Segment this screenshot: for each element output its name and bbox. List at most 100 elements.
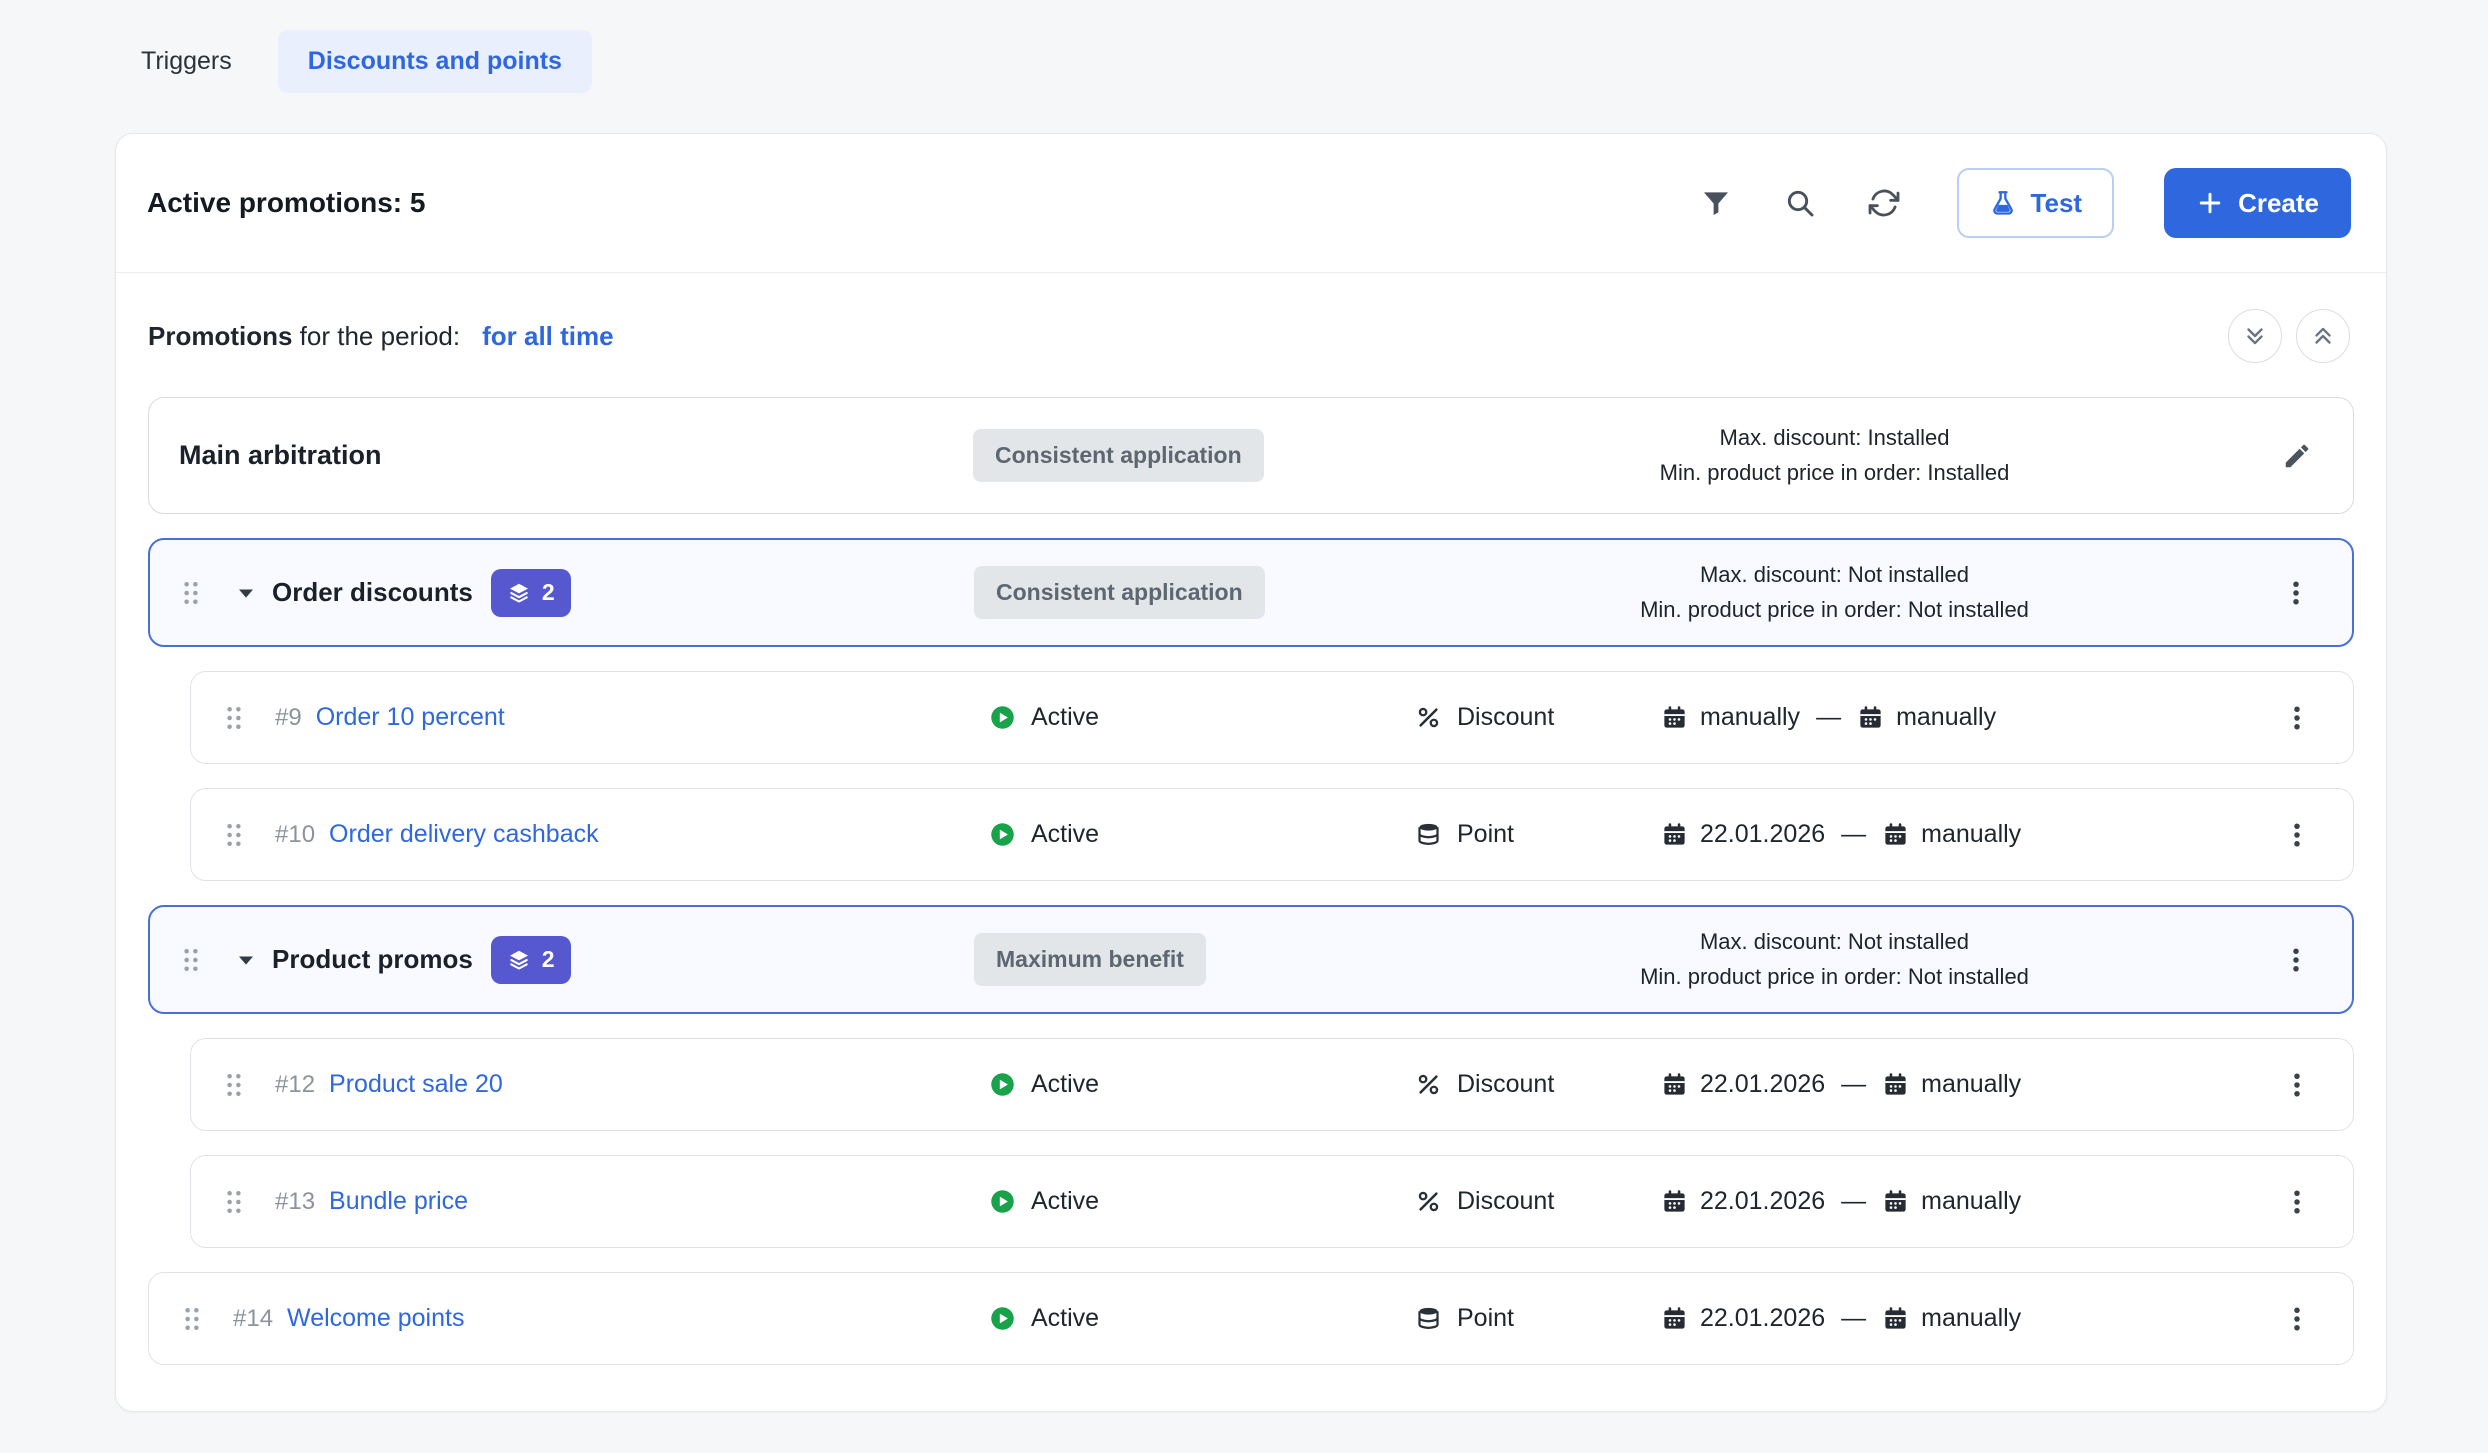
promo-menu-button[interactable] <box>2269 1174 2325 1230</box>
kebab-menu-icon <box>2282 1304 2312 1334</box>
collapse-all-button[interactable] <box>2228 309 2282 363</box>
collapse-group-button[interactable] <box>232 946 260 974</box>
group-title[interactable]: Product promos <box>272 944 473 975</box>
calendar-icon <box>1661 704 1688 731</box>
arbitration-mode-badge: Consistent application <box>973 429 1264 482</box>
arbitration-badge-cell: Consistent application <box>973 429 1400 482</box>
chevron-double-up-icon <box>2310 323 2336 349</box>
group-settings: Max. discount: Not installed Min. produc… <box>1401 562 2268 624</box>
kebab-menu-icon <box>2282 820 2312 850</box>
caret-down-icon <box>232 946 260 974</box>
status-label: Active <box>1031 1070 1099 1099</box>
promo-type: Point <box>1415 820 1661 849</box>
drag-handle-icon[interactable] <box>219 1187 249 1217</box>
promo-id: #13 <box>275 1188 315 1216</box>
points-icon <box>1415 821 1442 848</box>
end-date: manually <box>1896 703 1996 732</box>
promo-name-link[interactable]: Welcome points <box>287 1304 464 1333</box>
card-body: Promotions for the period: for all time … <box>116 273 2386 1411</box>
promo-name-link[interactable]: Product sale 20 <box>329 1070 503 1099</box>
promo-id: #10 <box>275 821 315 849</box>
calendar-icon <box>1661 1188 1688 1215</box>
kebab-menu-icon <box>2281 945 2311 975</box>
group-name-cell: Order discounts 2 <box>232 569 974 617</box>
date-separator: — <box>1841 1070 1866 1099</box>
drag-handle-icon[interactable] <box>219 703 249 733</box>
edit-arbitration-button[interactable] <box>2269 428 2325 484</box>
kebab-menu-icon <box>2281 578 2311 608</box>
promo-name-link[interactable]: Order 10 percent <box>316 703 505 732</box>
card-header: Active promotions: 5 Test Create <box>116 134 2386 273</box>
calendar-icon <box>1661 821 1688 848</box>
drag-cell <box>219 820 275 850</box>
group-count: 2 <box>542 946 555 973</box>
promo-status: Active <box>989 703 1415 732</box>
drag-cell <box>177 1304 233 1334</box>
status-label: Active <box>1031 1187 1099 1216</box>
promo-row-10: #10 Order delivery cashback Active Point… <box>190 788 2354 881</box>
drag-handle-icon[interactable] <box>219 1070 249 1100</box>
promo-type: Discount <box>1415 1187 1661 1216</box>
period-filter-link[interactable]: for all time <box>482 321 613 352</box>
main-arbitration-row: Main arbitration Consistent application … <box>148 397 2354 514</box>
drag-handle-icon[interactable] <box>219 820 249 850</box>
drag-cell <box>219 703 275 733</box>
drag-handle-icon[interactable] <box>176 578 206 608</box>
promo-type: Discount <box>1415 703 1661 732</box>
active-status-icon <box>989 821 1016 848</box>
drag-handle-icon[interactable] <box>176 945 206 975</box>
promo-status: Active <box>989 1187 1415 1216</box>
promo-menu-button[interactable] <box>2269 690 2325 746</box>
calendar-icon <box>1661 1071 1688 1098</box>
promo-menu-button[interactable] <box>2269 1291 2325 1347</box>
discount-icon <box>1415 704 1442 731</box>
calendar-icon <box>1661 1305 1688 1332</box>
active-status-icon <box>989 1188 1016 1215</box>
expand-all-button[interactable] <box>2296 309 2350 363</box>
promotions-card: Active promotions: 5 Test Create <box>115 133 2387 1412</box>
promo-dates: manually — manually <box>1661 703 2269 732</box>
filter-button[interactable] <box>1689 176 1743 230</box>
drag-cell <box>176 945 232 975</box>
tab-triggers[interactable]: Triggers <box>111 30 262 93</box>
group-badge-cell: Maximum benefit <box>974 933 1401 986</box>
top-tabs: Triggers Discounts and points <box>0 0 2488 93</box>
status-label: Active <box>1031 1304 1099 1333</box>
promo-name-cell: #9 Order 10 percent <box>275 703 989 732</box>
group-menu-button[interactable] <box>2268 565 2324 621</box>
active-status-icon <box>989 1071 1016 1098</box>
filter-icon <box>1700 187 1732 219</box>
end-date: manually <box>1921 820 2021 849</box>
group-settings: Max. discount: Not installed Min. produc… <box>1401 929 2268 991</box>
min-product-price-text: Min. product price in order: Not install… <box>1640 964 2029 990</box>
flask-icon <box>1989 189 2017 217</box>
test-button[interactable]: Test <box>1957 168 2115 238</box>
drag-handle-icon[interactable] <box>177 1304 207 1334</box>
active-status-icon <box>989 1305 1016 1332</box>
refresh-button[interactable] <box>1857 176 1911 230</box>
status-label: Active <box>1031 820 1099 849</box>
promo-name-link[interactable]: Order delivery cashback <box>329 820 599 849</box>
promo-name-link[interactable]: Bundle price <box>329 1187 468 1216</box>
min-product-price-text: Min. product price in order: Installed <box>1660 460 2010 486</box>
promo-menu-button[interactable] <box>2269 807 2325 863</box>
promo-menu-button[interactable] <box>2269 1057 2325 1113</box>
group-badge-cell: Consistent application <box>974 566 1401 619</box>
collapse-group-button[interactable] <box>232 579 260 607</box>
test-button-label: Test <box>2031 188 2083 219</box>
create-button[interactable]: Create <box>2164 168 2351 238</box>
kebab-menu-icon <box>2282 703 2312 733</box>
discount-icon <box>1415 1188 1442 1215</box>
points-icon <box>1415 1305 1442 1332</box>
group-menu-button[interactable] <box>2268 932 2324 988</box>
tab-discounts-and-points[interactable]: Discounts and points <box>278 30 592 93</box>
group-count-badge: 2 <box>491 569 571 617</box>
group-title[interactable]: Order discounts <box>272 577 473 608</box>
search-button[interactable] <box>1773 176 1827 230</box>
promo-status: Active <box>989 820 1415 849</box>
promo-row-12: #12 Product sale 20 Active Discount 22.0… <box>190 1038 2354 1131</box>
promo-id: #14 <box>233 1305 273 1333</box>
promo-id: #12 <box>275 1071 315 1099</box>
promo-row-14: #14 Welcome points Active Point 22.01.20… <box>148 1272 2354 1365</box>
period-label-bold: Promotions <box>148 321 292 351</box>
